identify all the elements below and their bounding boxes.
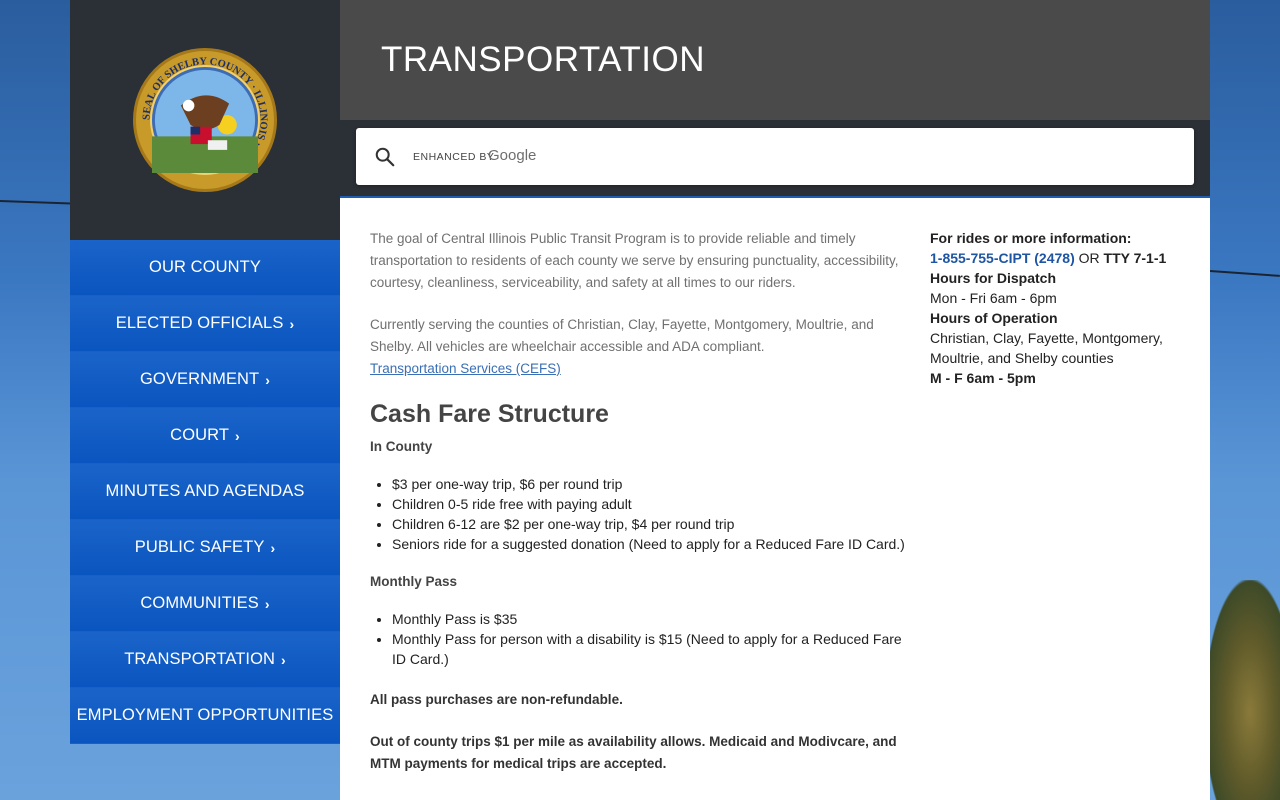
- nav-item-transportation[interactable]: TRANSPORTATION ›: [70, 632, 340, 688]
- list-item: Seniors ride for a suggested donation (N…: [392, 534, 905, 554]
- out-of-county-note: Out of county trips $1 per mile as avail…: [370, 734, 897, 771]
- search-strip: ENHANCED BY Google: [340, 120, 1210, 198]
- chevron-right-icon: ›: [235, 427, 240, 444]
- nav-item-label: TRANSPORTATION: [124, 650, 276, 668]
- nav-item-court[interactable]: COURT ›: [70, 408, 340, 464]
- dispatch-label: Hours for Dispatch: [930, 270, 1057, 286]
- nav-item-label: PUBLIC SAFETY: [134, 538, 265, 556]
- eagle-icon: [152, 69, 258, 175]
- non-refundable-note: All pass purchases are non-refundable.: [370, 692, 623, 707]
- search-icon[interactable]: [374, 146, 396, 168]
- chevron-right-icon: ›: [281, 651, 286, 668]
- service-area-paragraph: Currently serving the counties of Christ…: [370, 314, 905, 380]
- contact-info: For rides or more information: 1-855-755…: [930, 228, 1180, 388]
- in-county-heading: In County: [370, 439, 433, 454]
- cefs-link[interactable]: Transportation Services (CEFS): [370, 361, 561, 376]
- content-column: The goal of Central Illinois Public Tran…: [370, 228, 905, 795]
- monthly-pass-heading: Monthly Pass: [370, 574, 458, 589]
- background-tree: [1205, 580, 1280, 800]
- chevron-right-icon: ›: [270, 539, 276, 556]
- logo-area: SEAL OF SHELBY COUNTY · ILLINOIS ·: [70, 0, 340, 240]
- nav-item-label: MINUTES AND AGENDAS: [105, 482, 305, 500]
- list-item: Monthly Pass for person with a disabilit…: [392, 629, 905, 669]
- rides-info-label: For rides or more information:: [930, 230, 1132, 246]
- tty-text: TTY 7-1-1: [1103, 250, 1167, 266]
- seal-center: [150, 65, 260, 175]
- list-item: Children 0-5 ride free with paying adult: [392, 494, 905, 514]
- nav-item-public-safety[interactable]: PUBLIC SAFETY ›: [70, 520, 340, 576]
- nav-item-government[interactable]: GOVERNMENT ›: [70, 352, 340, 408]
- operation-counties: Christian, Clay, Fayette, Montgomery, Mo…: [930, 330, 1163, 366]
- cash-fare-heading: Cash Fare Structure: [370, 400, 609, 428]
- county-seal-logo[interactable]: SEAL OF SHELBY COUNTY · ILLINOIS ·: [133, 48, 277, 192]
- list-item: Children 6-12 are $2 per one-way trip, $…: [392, 514, 905, 534]
- search-input[interactable]: ENHANCED BY Google: [356, 128, 1194, 185]
- list-item: $3 per one-way trip, $6 per round trip: [392, 474, 905, 494]
- nav-item-our-county[interactable]: OUR COUNTY: [70, 240, 340, 296]
- main-content: The goal of Central Illinois Public Tran…: [340, 198, 1210, 800]
- nav-item-label: OUR COUNTY: [149, 258, 261, 276]
- phone-line: 1-855-755-CIPT (2478) OR TTY 7-1-1: [930, 248, 1180, 268]
- operation-label: Hours of Operation: [930, 310, 1058, 326]
- nav-item-label: COMMUNITIES: [140, 594, 259, 612]
- background-wire: [1209, 270, 1280, 277]
- enhanced-by-label: ENHANCED BY: [413, 151, 495, 163]
- chevron-right-icon: ›: [264, 595, 270, 612]
- sidebar: SEAL OF SHELBY COUNTY · ILLINOIS · OUR C…: [70, 0, 340, 744]
- nav-item-label: EMPLOYMENT OPPORTUNITIES: [76, 706, 334, 724]
- page-title: TRANSPORTATION: [381, 40, 705, 79]
- google-brand-label: Google: [488, 147, 537, 164]
- nav-item-communities[interactable]: COMMUNITIES ›: [70, 576, 340, 632]
- nav-item-elected-officials[interactable]: ELECTED OFFICIALS ›: [70, 296, 340, 352]
- list-item: Monthly Pass is $35: [392, 609, 905, 629]
- nav-item-label: ELECTED OFFICIALS: [115, 314, 284, 332]
- nav-item-employment-opportunities[interactable]: EMPLOYMENT OPPORTUNITIES: [70, 688, 340, 744]
- chevron-right-icon: ›: [289, 315, 295, 332]
- chevron-right-icon: ›: [265, 371, 271, 388]
- nav-item-minutes-and-agendas[interactable]: MINUTES AND AGENDAS: [70, 464, 340, 520]
- operation-hours: M - F 6am - 5pm: [930, 370, 1036, 386]
- page-header: TRANSPORTATION: [340, 0, 1210, 120]
- service-area-text: Currently serving the counties of Christ…: [370, 317, 874, 354]
- dispatch-hours: Mon - Fri 6am - 6pm: [930, 290, 1057, 306]
- nav-item-label: GOVERNMENT: [139, 370, 260, 388]
- phone-link[interactable]: 1-855-755-CIPT (2478): [930, 250, 1075, 266]
- or-text: OR: [1078, 250, 1100, 266]
- monthly-pass-list: Monthly Pass is $35Monthly Pass for pers…: [370, 609, 905, 669]
- intro-paragraph: The goal of Central Illinois Public Tran…: [370, 231, 899, 290]
- main-nav: OUR COUNTY ELECTED OFFICIALS › GOVERNMENT › C…: [70, 240, 340, 744]
- nav-item-label: COURT: [170, 426, 230, 444]
- in-county-list: $3 per one-way trip, $6 per round tripCh…: [370, 474, 905, 554]
